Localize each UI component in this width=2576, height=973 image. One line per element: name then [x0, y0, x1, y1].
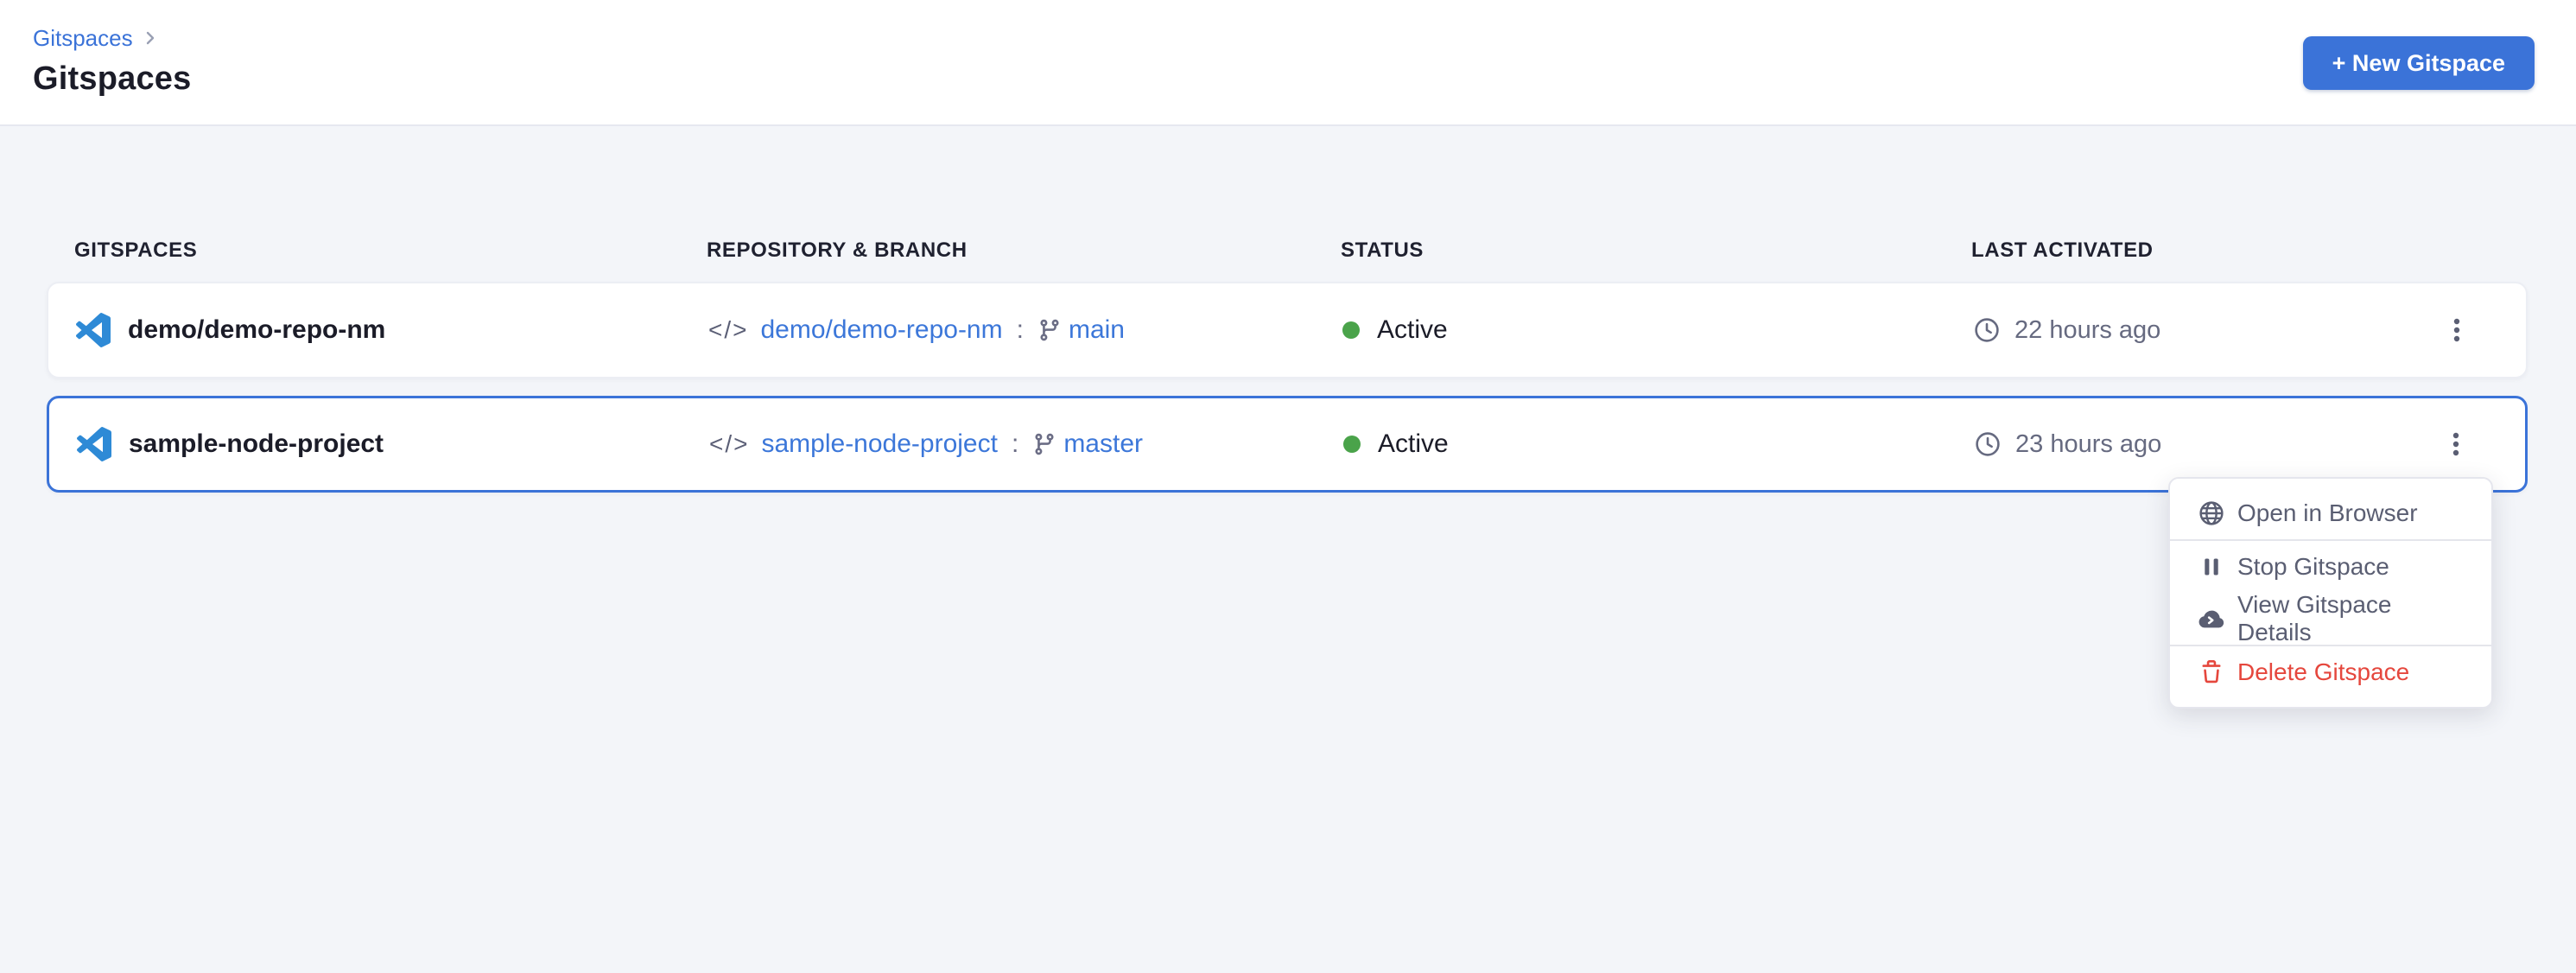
table-row-selected[interactable]: sample-node-project </> sample-node-proj…: [47, 396, 2528, 493]
status-active-dot: [1343, 436, 1361, 453]
repository-branch-cell: </> demo/demo-repo-nm : main: [708, 315, 1342, 345]
menu-item-open-in-browser[interactable]: Open in Browser: [2170, 487, 2491, 539]
last-activated-cell: 23 hours ago: [1974, 430, 2414, 459]
chevron-right-icon: [140, 28, 161, 48]
kebab-menu-icon: [2443, 316, 2471, 344]
globe-icon: [2198, 500, 2225, 526]
git-branch-icon: [1032, 432, 1056, 456]
table-row[interactable]: demo/demo-repo-nm </> demo/demo-repo-nm …: [47, 282, 2528, 378]
gitspace-name: sample-node-project: [129, 429, 384, 459]
gitspaces-page: Gitspaces Gitspaces + New Gitspace GITSP…: [0, 0, 2576, 973]
clock-icon: [1974, 430, 2002, 458]
status-active-dot: [1342, 321, 1360, 339]
repository-link[interactable]: sample-node-project: [761, 429, 997, 459]
branch-link[interactable]: master: [1063, 429, 1143, 459]
repository-branch-cell: </> sample-node-project : master: [709, 429, 1343, 459]
repo-branch-separator: :: [1010, 429, 1020, 459]
menu-item-view-gitspace-details[interactable]: View Gitspace Details: [2170, 593, 2491, 645]
status-cell: Active: [1343, 429, 1974, 459]
column-header-repository-branch: REPOSITORY & BRANCH: [707, 238, 1341, 263]
code-icon: </>: [708, 316, 748, 344]
row-actions-kebab-button[interactable]: [2433, 422, 2478, 467]
table-header: GITSPACES REPOSITORY & BRANCH STATUS LAS…: [47, 238, 2528, 263]
trash-icon: [2198, 660, 2225, 684]
menu-item-label: Open in Browser: [2237, 499, 2418, 527]
kebab-menu-icon: [2442, 430, 2470, 458]
repository-link[interactable]: demo/demo-repo-nm: [760, 315, 1002, 345]
gitspace-name-cell: sample-node-project: [77, 427, 709, 461]
page-title: Gitspaces: [33, 60, 2535, 98]
row-actions-kebab-button[interactable]: [2434, 308, 2479, 353]
cloud-details-icon: [2198, 605, 2225, 633]
pause-icon: [2198, 555, 2225, 579]
page-header: Gitspaces Gitspaces + New Gitspace: [0, 0, 2576, 126]
menu-item-delete-gitspace[interactable]: Delete Gitspace: [2170, 646, 2491, 698]
branch-link[interactable]: main: [1069, 315, 1125, 345]
clock-icon: [1973, 316, 2001, 344]
breadcrumb: Gitspaces: [33, 22, 2535, 54]
last-activated-text: 23 hours ago: [2015, 430, 2161, 459]
status-text: Active: [1378, 429, 1449, 459]
last-activated-cell: 22 hours ago: [1973, 316, 2415, 345]
status-text: Active: [1377, 315, 1448, 345]
column-header-last-activated: LAST ACTIVATED: [1971, 238, 2417, 263]
column-header-gitspaces: GITSPACES: [74, 238, 707, 263]
breadcrumb-gitspaces-link[interactable]: Gitspaces: [33, 25, 133, 52]
menu-item-label: Stop Gitspace: [2237, 553, 2389, 581]
repo-branch-separator: :: [1015, 315, 1025, 345]
new-gitspace-button[interactable]: + New Gitspace: [2303, 36, 2535, 90]
gitspace-name-cell: demo/demo-repo-nm: [76, 313, 708, 347]
code-icon: </>: [709, 430, 749, 458]
last-activated-text: 22 hours ago: [2014, 316, 2160, 345]
vscode-icon: [76, 313, 111, 347]
gitspace-name: demo/demo-repo-nm: [128, 315, 385, 345]
menu-item-label: Delete Gitspace: [2237, 658, 2409, 686]
git-branch-icon: [1037, 318, 1062, 342]
vscode-icon: [77, 427, 111, 461]
column-header-status: STATUS: [1341, 238, 1971, 263]
menu-item-stop-gitspace[interactable]: Stop Gitspace: [2170, 541, 2491, 593]
row-context-menu: Open in Browser Stop Gitspace View Gitsp…: [2168, 477, 2493, 709]
status-cell: Active: [1342, 315, 1973, 345]
menu-item-label: View Gitspace Details: [2237, 591, 2467, 646]
